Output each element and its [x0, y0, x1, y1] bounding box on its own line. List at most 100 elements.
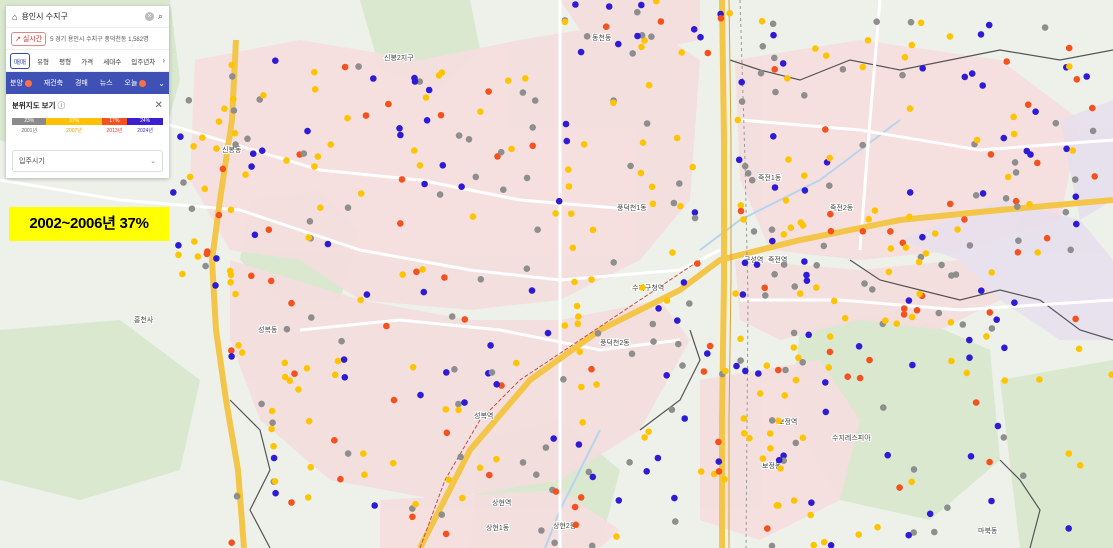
apartment-marker[interactable] — [227, 206, 235, 214]
apartment-marker[interactable] — [954, 226, 961, 233]
apartment-marker[interactable] — [248, 272, 255, 280]
apartment-marker[interactable] — [690, 26, 698, 33]
apartment-marker[interactable] — [822, 126, 829, 133]
apartment-marker[interactable] — [973, 136, 981, 144]
apartment-marker[interactable] — [654, 454, 662, 462]
apartment-marker[interactable] — [952, 271, 960, 278]
apartment-marker[interactable] — [761, 284, 768, 292]
apartment-marker[interactable] — [663, 297, 671, 304]
apartment-marker[interactable] — [442, 406, 450, 413]
apartment-marker[interactable] — [1075, 345, 1083, 353]
apartment-marker[interactable] — [179, 270, 186, 278]
tab-4[interactable]: 오늘 — [125, 78, 147, 88]
apartment-marker[interactable] — [988, 497, 995, 505]
apartment-marker[interactable] — [311, 163, 318, 170]
apartment-marker[interactable] — [238, 349, 246, 357]
apartment-marker[interactable] — [673, 134, 681, 142]
apartment-marker[interactable] — [748, 176, 756, 184]
apartment-marker[interactable] — [314, 153, 322, 160]
apartment-marker[interactable] — [948, 357, 955, 365]
apartment-marker[interactable] — [784, 75, 791, 82]
apartment-marker[interactable] — [488, 369, 496, 376]
apartment-marker[interactable] — [203, 250, 211, 258]
apartment-marker[interactable] — [385, 100, 392, 108]
apartment-marker[interactable] — [1065, 525, 1072, 532]
apartment-marker[interactable] — [443, 369, 450, 376]
apartment-marker[interactable] — [1024, 101, 1032, 108]
apartment-marker[interactable] — [803, 277, 811, 285]
apartment-marker[interactable] — [317, 204, 324, 211]
apartment-marker[interactable] — [229, 73, 236, 80]
distribution-segment[interactable]: 17% — [101, 118, 128, 125]
apartment-marker[interactable] — [1065, 450, 1073, 457]
apartment-marker[interactable] — [680, 279, 688, 286]
apartment-marker[interactable] — [1069, 147, 1077, 154]
apartment-marker[interactable] — [859, 228, 867, 235]
filter-2[interactable]: 평형 — [56, 54, 74, 68]
apartment-marker[interactable] — [769, 237, 776, 245]
apartment-marker[interactable] — [648, 183, 656, 191]
apartment-marker[interactable] — [869, 286, 876, 293]
apartment-marker[interactable] — [1020, 472, 1027, 480]
apartment-marker[interactable] — [961, 216, 968, 223]
apartment-marker[interactable] — [311, 68, 318, 76]
apartment-marker[interactable] — [341, 63, 349, 71]
apartment-marker[interactable] — [677, 202, 684, 210]
apartment-marker[interactable] — [790, 497, 798, 504]
apartment-marker[interactable] — [753, 261, 761, 269]
apartment-marker[interactable] — [782, 366, 789, 374]
apartment-marker[interactable] — [1036, 376, 1043, 383]
apartment-marker[interactable] — [1015, 237, 1022, 244]
apartment-marker[interactable] — [577, 494, 585, 501]
apartment-marker[interactable] — [451, 366, 458, 373]
apartment-marker[interactable] — [361, 471, 368, 479]
apartment-marker[interactable] — [629, 50, 636, 57]
apartment-marker[interactable] — [571, 278, 578, 286]
apartment-marker[interactable] — [931, 230, 939, 237]
apartment-marker[interactable] — [738, 98, 746, 105]
apartment-marker[interactable] — [523, 174, 531, 182]
apartment-marker[interactable] — [715, 458, 723, 465]
apartment-marker[interactable] — [742, 367, 749, 375]
apartment-marker[interactable] — [902, 244, 910, 251]
apartment-marker[interactable] — [573, 302, 581, 310]
apartment-marker[interactable] — [281, 373, 289, 381]
apartment-marker[interactable] — [1091, 173, 1098, 180]
apartment-marker[interactable] — [420, 288, 428, 296]
apartment-marker[interactable] — [839, 66, 847, 73]
apartment-marker[interactable] — [773, 502, 781, 509]
apartment-marker[interactable] — [726, 9, 733, 17]
apartment-marker[interactable] — [668, 406, 676, 414]
apartment-marker[interactable] — [801, 187, 809, 194]
apartment-marker[interactable] — [781, 392, 788, 399]
apartment-marker[interactable] — [741, 259, 749, 267]
apartment-marker[interactable] — [966, 242, 974, 249]
apartment-marker[interactable] — [931, 528, 938, 536]
apartment-marker[interactable] — [856, 374, 864, 382]
apartment-marker[interactable] — [363, 291, 371, 298]
apartment-marker[interactable] — [893, 320, 900, 328]
apartment-marker[interactable] — [561, 322, 569, 329]
apartment-marker[interactable] — [913, 307, 921, 314]
apartment-marker[interactable] — [803, 271, 810, 279]
apartment-marker[interactable] — [986, 458, 993, 466]
apartment-marker[interactable] — [295, 386, 302, 393]
apartment-marker[interactable] — [963, 369, 971, 377]
apartment-marker[interactable] — [826, 154, 833, 162]
apartment-marker[interactable] — [455, 406, 462, 414]
apartment-marker[interactable] — [780, 261, 788, 268]
apartment-marker[interactable] — [271, 478, 279, 485]
apartment-marker[interactable] — [678, 49, 685, 56]
apartment-marker[interactable] — [906, 189, 914, 196]
apartment-marker[interactable] — [565, 183, 573, 190]
apartment-marker[interactable] — [790, 344, 798, 351]
apartment-marker[interactable] — [493, 455, 500, 463]
apartment-marker[interactable] — [866, 356, 873, 364]
apartment-marker[interactable] — [777, 465, 784, 472]
apartment-marker[interactable] — [1004, 173, 1012, 181]
tab-2[interactable]: 경매 — [75, 78, 88, 88]
apartment-marker[interactable] — [542, 444, 550, 451]
apartment-marker[interactable] — [215, 211, 223, 219]
apartment-marker[interactable] — [487, 342, 494, 349]
apartment-marker[interactable] — [594, 330, 602, 337]
